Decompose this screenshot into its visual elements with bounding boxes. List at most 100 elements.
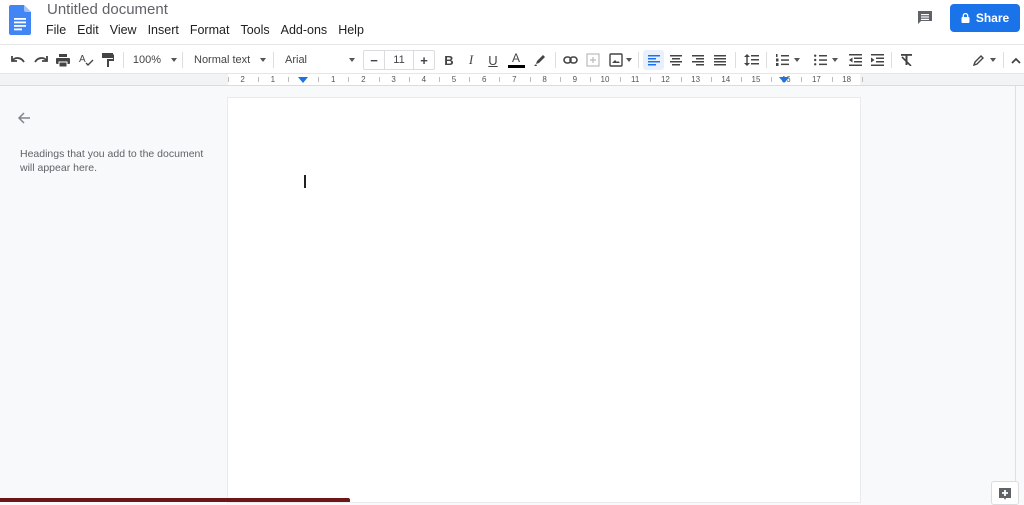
menu-file[interactable]: File [40,22,71,39]
ruler[interactable]: 2 1 1 2 3 4 5 6 7 8 9 10 11 12 13 14 15 16 17 18 [0,74,1024,86]
ruler-tick [680,77,682,82]
align-right-icon[interactable] [689,50,707,70]
explore-button[interactable] [991,481,1019,505]
document-outline-panel: Headings that you add to the document wi… [0,86,228,502]
bulleted-list-button[interactable] [810,50,842,70]
decrease-indent-icon[interactable] [846,50,864,70]
vertical-scrollbar[interactable] [1015,86,1024,502]
increase-indent-icon[interactable] [868,50,886,70]
svg-text:A: A [79,54,86,65]
align-center-icon[interactable] [667,50,685,70]
comment-history-icon[interactable] [915,8,935,28]
toolbar-divider [555,52,556,68]
justify-icon[interactable] [711,50,729,70]
ruler-label: 17 [811,75,821,84]
left-indent-marker[interactable] [298,77,308,83]
chevron-down-icon [260,58,266,62]
lock-icon [961,13,970,23]
numbered-list-button[interactable] [772,50,804,70]
menu-add-ons[interactable]: Add-ons [275,22,333,39]
ruler-tick [499,77,501,82]
document-page[interactable] [228,98,860,502]
increase-font-size-button[interactable]: + [414,51,434,69]
insert-image-button[interactable] [606,50,634,70]
highlight-icon[interactable] [531,50,549,70]
back-arrow-icon[interactable] [16,110,32,126]
menu-help[interactable]: Help [332,22,369,39]
ruler-tick [287,77,289,82]
chevron-down-icon [794,58,800,62]
align-left-icon[interactable] [643,50,664,70]
redo-icon[interactable] [32,50,50,70]
toolbar-divider [273,52,274,68]
line-spacing-icon[interactable] [741,50,761,70]
ruler-label: 1 [330,75,336,84]
menu-bar: File Edit View Insert Format Tools Add-o… [40,22,369,39]
clear-formatting-icon[interactable] [897,50,915,70]
zoom-value: 100% [132,54,162,66]
text-color-icon[interactable]: A [506,50,526,70]
paint-format-icon[interactable] [99,50,117,70]
menu-view[interactable]: View [104,22,142,39]
ruler-label: 6 [481,75,487,84]
ruler-label: 12 [660,75,670,84]
ruler-tick [438,77,440,82]
ruler-label: 11 [631,75,640,84]
toolbar-divider [766,52,767,68]
ruler-label: 2 [240,75,245,84]
pencil-icon [972,55,984,66]
ruler-label: 8 [542,75,547,84]
undo-icon[interactable] [9,50,27,70]
ruler-tick [620,77,622,82]
zoom-select[interactable]: 100% [130,50,180,70]
ruler-tick [740,77,742,82]
text-color-swatch [507,65,525,68]
paragraph-style-select[interactable]: Normal text [190,50,270,70]
menu-insert[interactable]: Insert [142,22,184,39]
chevron-down-icon [625,58,632,62]
editing-mode-button[interactable] [969,50,999,70]
ruler-tick [529,77,531,82]
bold-icon[interactable]: B [440,50,458,70]
ruler-label: 5 [451,75,457,84]
ruler-label: 4 [421,75,427,84]
underline-icon[interactable]: U [484,50,502,70]
menu-tools[interactable]: Tools [234,22,274,39]
collapse-icon[interactable] [1008,50,1024,70]
toolbar-divider [735,52,736,68]
ruler-tick [378,77,380,82]
chevron-down-icon [171,58,178,62]
spellcheck-icon[interactable]: A [77,50,95,70]
print-icon[interactable] [54,50,72,70]
ruler-label: 1 [270,75,276,84]
share-button[interactable]: Share [950,4,1020,32]
toolbar-divider [182,52,183,68]
docs-logo-icon[interactable] [9,5,31,35]
ruler-tick [650,77,652,82]
image-icon [608,53,623,67]
font-size-input[interactable]: 11 [384,51,414,69]
ruler-tick [710,77,712,82]
share-label: Share [975,11,1010,25]
menu-format[interactable]: Format [184,22,235,39]
font-size-stepper: − 11 + [363,50,435,70]
menu-edit[interactable]: Edit [71,22,104,39]
ruler-label: 2 [361,75,366,84]
ruler-label: 7 [512,75,517,84]
right-indent-marker[interactable] [779,77,789,83]
ruler-tick [318,77,320,82]
text-cursor [304,175,306,188]
ruler-tick [589,77,591,82]
toolbar: A 100% Normal text Arial − 11 + B I U A [0,44,1024,74]
document-title[interactable]: Untitled document [47,1,168,18]
bottom-overlay-bar [0,498,350,502]
italic-icon[interactable]: I [462,50,480,70]
font-family-value: Arial [285,54,308,66]
ruler-tick [408,77,410,82]
toolbar-divider [891,52,892,68]
ruler-tick [861,77,863,82]
link-icon[interactable] [561,50,579,70]
decrease-font-size-button[interactable]: − [364,51,384,69]
comment-add-icon[interactable] [584,50,602,70]
font-family-select[interactable]: Arial [281,50,359,70]
